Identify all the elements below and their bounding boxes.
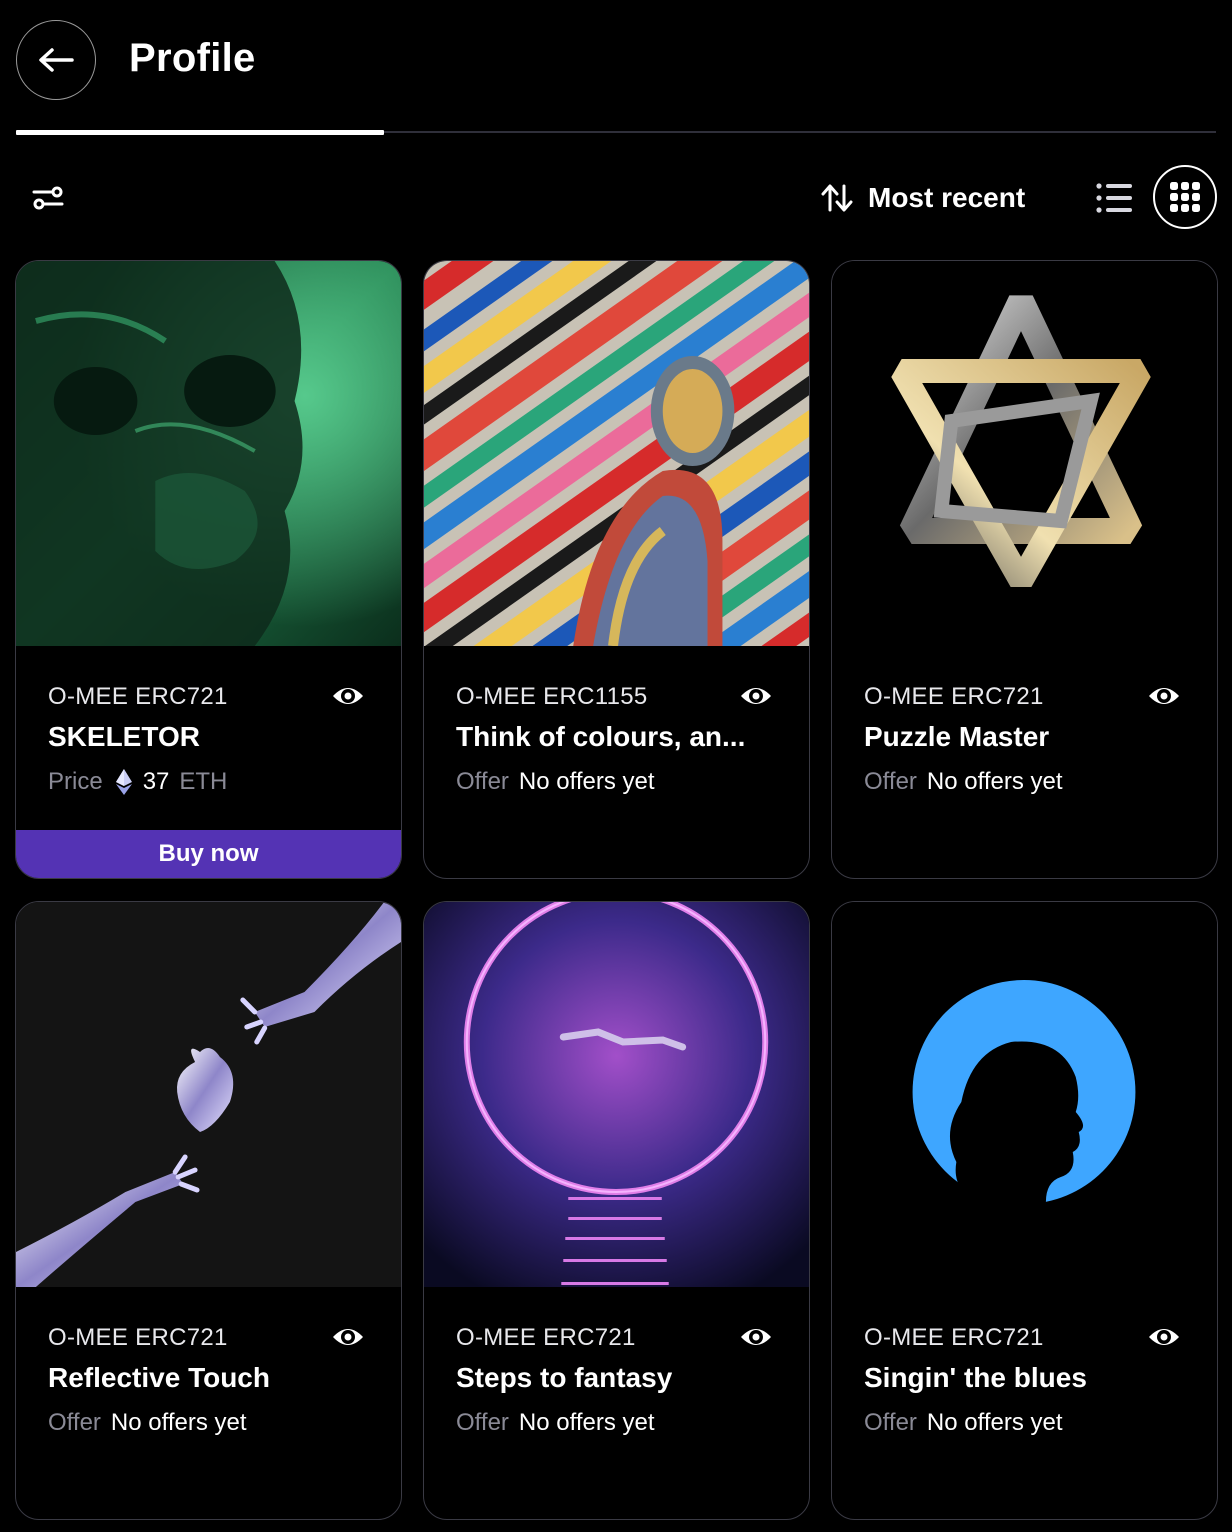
nft-card[interactable]: O-MEE ERC721 Puzzle Master Offer No offe…: [831, 260, 1218, 879]
offer-value: No offers yet: [518, 1409, 655, 1436]
offer-label: Offer: [864, 1409, 917, 1436]
nft-title: Reflective Touch: [48, 1362, 270, 1393]
nft-card[interactable]: O-MEE ERC721 Reflective Touch Offer No o…: [15, 901, 402, 1520]
nft-artwork-hands-heart: [16, 902, 401, 1287]
nft-title: SKELETOR: [48, 721, 200, 752]
price-row: Price 37 ETH: [48, 768, 227, 796]
eye-icon[interactable]: [739, 1323, 773, 1351]
nft-artwork-skull: [16, 261, 401, 646]
offer-label: Offer: [456, 1409, 509, 1436]
eye-icon[interactable]: [331, 1323, 365, 1351]
nft-card[interactable]: O-MEE ERC721 SKELETOR Price 37 ETH Buy n…: [15, 260, 402, 879]
offer-value: No offers yet: [518, 768, 655, 795]
back-button[interactable]: [16, 20, 96, 100]
page-title: Profile: [129, 36, 256, 80]
collection-name: O-MEE ERC721: [456, 1324, 636, 1351]
offer-value: No offers yet: [110, 1409, 247, 1436]
collection-name: O-MEE ERC721: [864, 683, 1044, 710]
nft-title: Steps to fantasy: [456, 1362, 673, 1393]
nft-card[interactable]: O-MEE ERC1155 Think of colours, an... Of…: [423, 260, 810, 879]
eye-icon[interactable]: [1147, 1323, 1181, 1351]
nft-artwork-colour-figure: [424, 261, 809, 646]
offer-row: Offer No offers yet: [864, 768, 1063, 796]
price-currency: ETH: [179, 768, 228, 795]
header: Profile: [0, 0, 1232, 135]
offer-value: No offers yet: [926, 768, 1063, 795]
sort-button[interactable]: Most recent: [820, 178, 1025, 218]
sort-arrows-icon: [821, 184, 853, 212]
eye-icon[interactable]: [1147, 682, 1181, 710]
grid-icon: [1170, 182, 1200, 212]
grid-view-button[interactable]: [1153, 165, 1217, 229]
sort-label: Most recent: [868, 182, 1026, 213]
collection-name: O-MEE ERC721: [864, 1324, 1044, 1351]
offer-label: Offer: [48, 1409, 101, 1436]
nft-card[interactable]: O-MEE ERC721 Steps to fantasy Offer No o…: [423, 901, 810, 1520]
filter-sliders-icon: [32, 186, 64, 210]
nft-artwork-blue-silhouette: [832, 902, 1217, 1287]
offer-row: Offer No offers yet: [456, 768, 655, 796]
list-icon: [1096, 183, 1132, 213]
ethereum-icon: [115, 769, 132, 795]
offer-row: Offer No offers yet: [456, 1409, 655, 1437]
collection-name: O-MEE ERC721: [48, 683, 228, 710]
offer-label: Offer: [456, 768, 509, 795]
collection-name: O-MEE ERC721: [48, 1324, 228, 1351]
offer-row: Offer No offers yet: [864, 1409, 1063, 1437]
price-label: Price: [48, 768, 103, 795]
nft-artwork-puzzle: [832, 261, 1217, 646]
price-value: 37: [142, 768, 170, 795]
arrow-left-icon: [39, 48, 74, 72]
nft-title: Think of colours, an...: [456, 721, 746, 752]
nft-title: Singin' the blues: [864, 1362, 1087, 1393]
eye-icon[interactable]: [331, 682, 365, 710]
offer-value: No offers yet: [926, 1409, 1063, 1436]
nft-card[interactable]: O-MEE ERC721 Singin' the blues Offer No …: [831, 901, 1218, 1520]
toolbar: Most recent: [0, 150, 1232, 246]
eye-icon[interactable]: [739, 682, 773, 710]
tab-active-indicator[interactable]: [16, 130, 384, 135]
nft-title: Puzzle Master: [864, 721, 1050, 752]
nft-artwork-neon-ring: [424, 902, 809, 1287]
offer-row: Offer No offers yet: [48, 1409, 247, 1437]
collection-name: O-MEE ERC1155: [456, 683, 648, 710]
buy-now-button[interactable]: Buy now: [16, 830, 401, 878]
offer-label: Offer: [864, 768, 917, 795]
filter-button[interactable]: [28, 182, 68, 214]
list-view-button[interactable]: [1094, 180, 1134, 216]
